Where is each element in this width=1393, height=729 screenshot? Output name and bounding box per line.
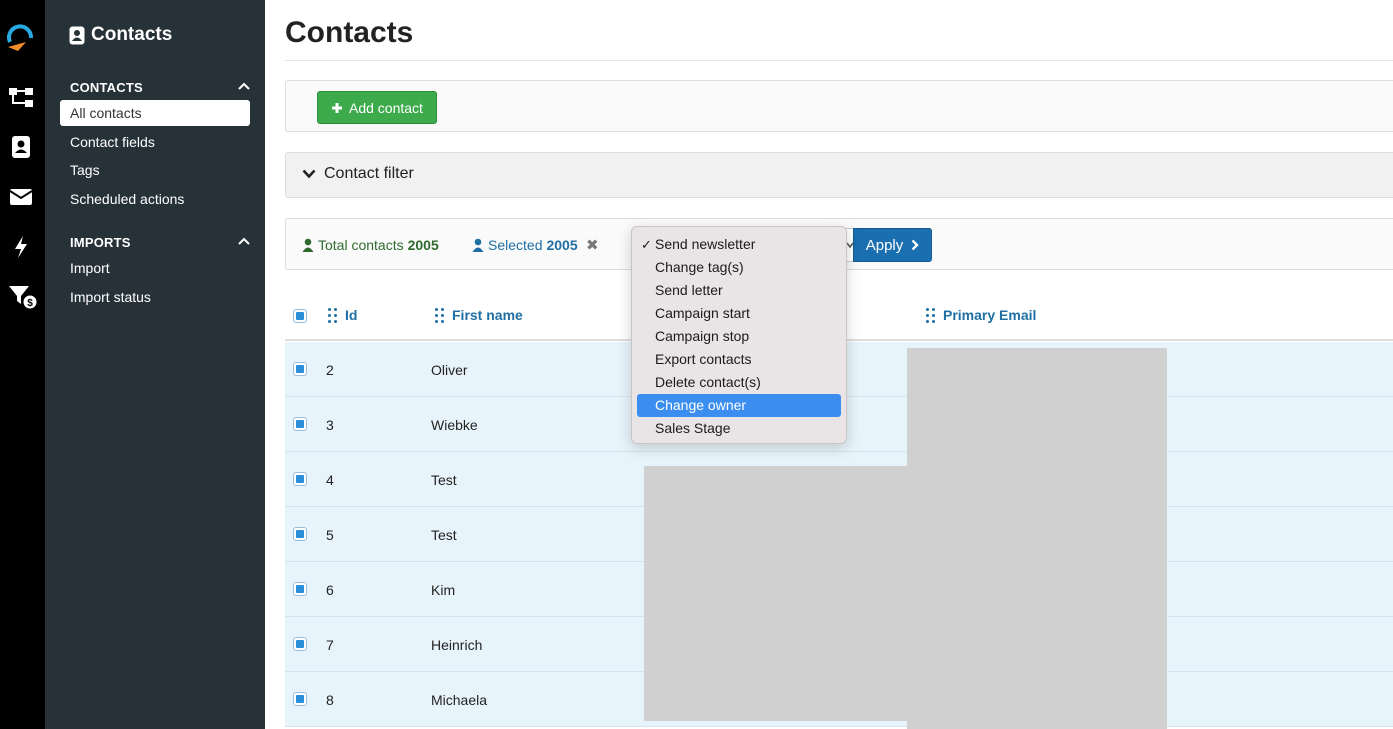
add-contact-button[interactable]: Add contact (317, 91, 437, 124)
user-icon (472, 238, 484, 252)
contact-filter-panel[interactable]: Contact filter (285, 152, 1393, 198)
flow-icon[interactable] (8, 84, 34, 110)
sidebar-item-tags[interactable]: Tags (60, 157, 250, 183)
dropdown-option-campaign-stop[interactable]: Campaign stop (637, 325, 841, 348)
sidebar-item-contact-fields[interactable]: Contact fields (60, 129, 250, 155)
section-label: IMPORTS (70, 235, 131, 250)
dropdown-option-change-owner[interactable]: Change owner (637, 394, 841, 417)
row-checkbox[interactable] (293, 637, 307, 651)
row-checkbox[interactable] (293, 417, 307, 431)
contact-filter-label: Contact filter (324, 165, 414, 182)
option-label: Campaign stop (655, 328, 750, 344)
cell-id: 6 (326, 582, 334, 598)
cell-id: 3 (326, 417, 334, 433)
option-label: Change tag(s) (655, 259, 744, 275)
bolt-icon[interactable] (8, 234, 34, 260)
section-imports-header[interactable]: IMPORTS (70, 235, 131, 250)
dropdown-option-send-newsletter[interactable]: ✓ Send newsletter (637, 233, 841, 256)
cell-id: 2 (326, 362, 334, 378)
total-contacts-value: 2005 (407, 237, 439, 253)
option-label: Change owner (655, 397, 747, 413)
dropdown-option-send-letter[interactable]: Send letter (637, 279, 841, 302)
svg-text:$: $ (27, 298, 33, 309)
chevron-right-icon (911, 239, 919, 251)
option-label: Send letter (655, 282, 723, 298)
dropdown-option-campaign-start[interactable]: Campaign start (637, 302, 841, 325)
sidebar-item-import[interactable]: Import (60, 255, 250, 281)
cell-id: 4 (326, 472, 334, 488)
action-dropdown-menu: ✓ Send newsletter Change tag(s) Send lett… (631, 226, 847, 444)
dropdown-option-export-contacts[interactable]: Export contacts (637, 348, 841, 371)
total-contacts-label: Total contacts (318, 237, 404, 253)
page-title: Contacts (285, 16, 414, 49)
chevron-up-icon[interactable] (237, 234, 251, 248)
icon-bar: $ (0, 0, 45, 729)
sidebar-item-scheduled-actions[interactable]: Scheduled actions (60, 186, 250, 212)
cell-first-name: Test (431, 527, 457, 543)
row-checkbox[interactable] (293, 692, 307, 706)
cell-first-name: Michaela (431, 692, 488, 708)
drag-handle-icon[interactable] (328, 307, 337, 323)
cell-first-name: Test (431, 472, 457, 488)
user-icon (302, 238, 314, 252)
column-label: Primary Email (943, 307, 1037, 323)
cell-first-name: Kim (431, 582, 456, 598)
logo-icon[interactable] (4, 20, 36, 54)
column-header-id[interactable]: Id (328, 307, 357, 323)
column-header-primary-email[interactable]: Primary Email (926, 307, 1036, 323)
total-contacts-stat: Total contacts 2005 (302, 237, 439, 253)
redacted-last-name-column (644, 466, 907, 721)
chevron-down-icon (302, 169, 316, 179)
cell-first-name: Wiebke (431, 417, 478, 433)
cell-id: 8 (326, 692, 334, 708)
selected-value: 2005 (546, 237, 578, 253)
filter-dollar-icon[interactable]: $ (8, 284, 38, 310)
section-label: CONTACTS (70, 80, 143, 95)
sidebar-title: Contacts (69, 24, 172, 46)
chevron-up-icon[interactable] (237, 79, 251, 93)
title-divider (285, 60, 1393, 61)
row-checkbox[interactable] (293, 582, 307, 596)
contact-card-icon (69, 26, 85, 44)
sidebar-title-text: Contacts (91, 24, 173, 45)
dropdown-option-change-tags[interactable]: Change tag(s) (637, 256, 841, 279)
row-checkbox[interactable] (293, 472, 307, 486)
dropdown-option-sales-stage[interactable]: Sales Stage (637, 417, 841, 440)
cell-id: 5 (326, 527, 334, 543)
sidebar: Contacts CONTACTS All contacts Contact f… (45, 0, 265, 729)
option-label: Export contacts (655, 351, 752, 367)
option-label: Delete contact(s) (655, 374, 761, 390)
checkmark-icon: ✓ (641, 237, 652, 252)
column-header-first-name[interactable]: First name (435, 307, 523, 323)
sidebar-item-all-contacts[interactable]: All contacts (60, 100, 250, 126)
envelope-icon[interactable] (8, 184, 34, 210)
drag-handle-icon[interactable] (435, 307, 444, 323)
column-label: Id (345, 307, 358, 323)
cell-id: 7 (326, 637, 334, 653)
toolbar-panel: Add contact (285, 80, 1393, 132)
option-label: Sales Stage (655, 420, 731, 436)
clear-selection-icon[interactable]: ✖ (586, 236, 599, 254)
apply-button[interactable]: Apply (853, 228, 932, 262)
sidebar-item-import-status[interactable]: Import status (60, 284, 250, 310)
contact-card-icon[interactable] (8, 134, 34, 160)
redacted-email-column (907, 348, 1167, 729)
selected-stat: Selected 2005 (472, 237, 578, 253)
selected-label: Selected (488, 237, 543, 253)
cell-first-name: Heinrich (431, 637, 483, 653)
drag-handle-icon[interactable] (926, 307, 935, 323)
section-contacts-header[interactable]: CONTACTS (70, 80, 143, 95)
option-label: Campaign start (655, 305, 750, 321)
row-checkbox[interactable] (293, 527, 307, 541)
apply-label: Apply (865, 236, 904, 254)
row-checkbox[interactable] (293, 362, 307, 376)
add-contact-label: Add contact (349, 99, 423, 116)
option-label: Send newsletter (655, 236, 756, 252)
select-all-checkbox[interactable] (293, 309, 307, 323)
column-label: First name (452, 307, 523, 323)
cell-first-name: Oliver (431, 362, 468, 378)
dropdown-option-delete-contacts[interactable]: Delete contact(s) (637, 371, 841, 394)
plus-icon (332, 102, 342, 113)
